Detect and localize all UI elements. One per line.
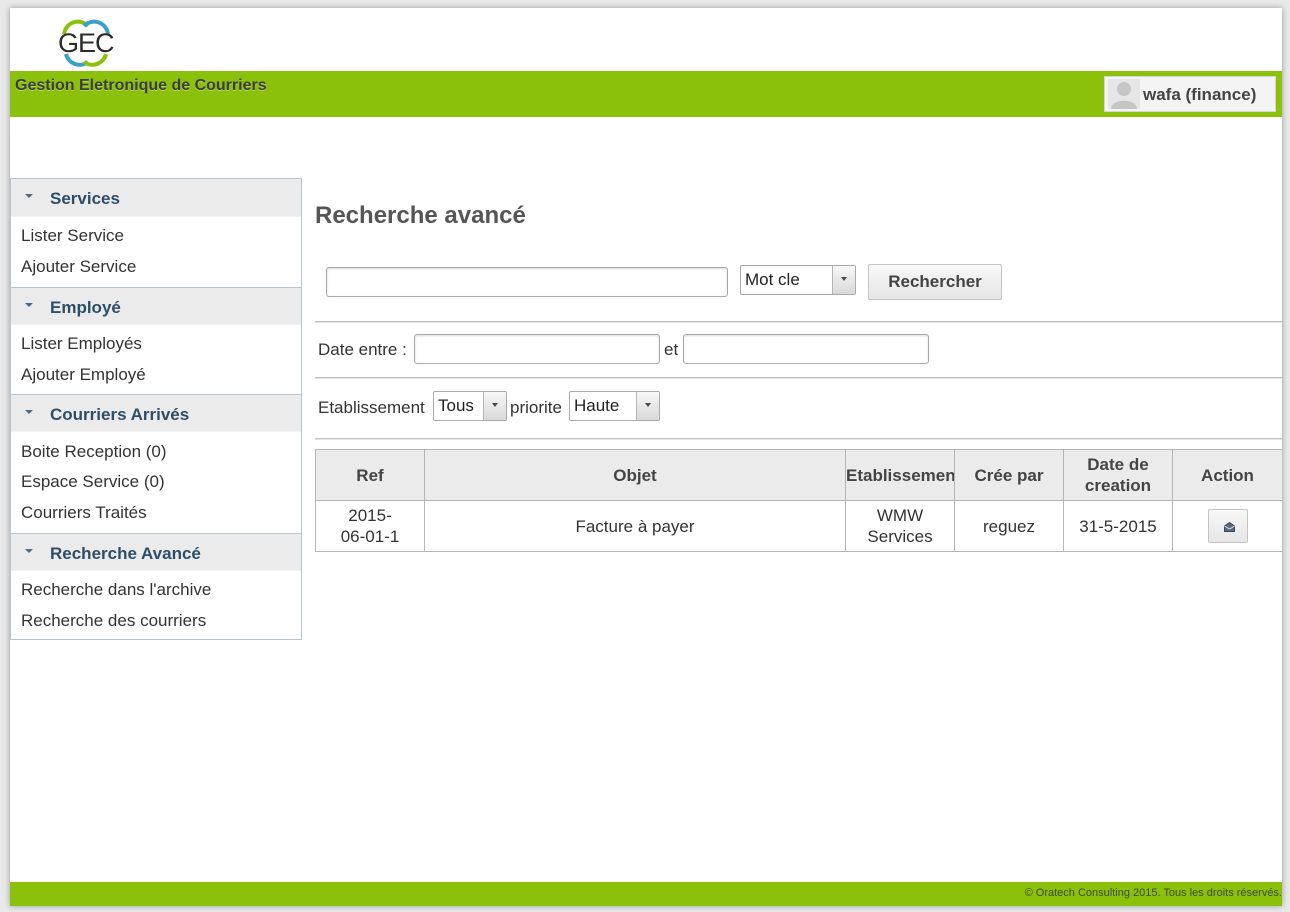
priorite-select[interactable]: Haute [569, 391, 660, 421]
sidebar-item-lister-service[interactable]: Lister Service [21, 226, 124, 246]
date-to-input[interactable] [683, 334, 929, 364]
open-courrier-button[interactable] [1207, 509, 1248, 543]
column-header-ref[interactable]: Ref [315, 449, 425, 501]
dropdown-button[interactable] [832, 266, 855, 294]
sidebar-item-boite-reception[interactable]: Boite Reception (0) [21, 442, 167, 462]
table-row: 2015-06-01-1 Facture à payer WMW Service… [315, 500, 1282, 552]
sidebar-item-ajouter-service[interactable]: Ajouter Service [21, 257, 136, 277]
sidebar-item-ajouter-employe[interactable]: Ajouter Employé [21, 365, 146, 385]
column-header-etablissement[interactable]: Etablissement [845, 449, 955, 501]
user-avatar-icon [1108, 79, 1140, 109]
column-header-action: Action [1172, 449, 1282, 501]
priorite-label: priorite [510, 398, 562, 417]
menu-title: Courriers Arrivés [50, 405, 190, 424]
menu-section-courriers-arrives: Courriers Arrivés Boite Reception (0) Es… [11, 394, 301, 522]
cell-objet: Facture à payer [424, 500, 846, 552]
search-type-value: Mot cle [745, 270, 800, 289]
column-header-objet[interactable]: Objet [424, 449, 846, 501]
header-bar: Gestion Eletronique de Courriers wafa (f… [10, 71, 1282, 117]
divider [315, 321, 1282, 323]
menu-section-recherche-avance: Recherche Avancé Recherche dans l'archiv… [11, 533, 301, 630]
menu-section-employe: Employé Lister Employés Ajouter Employé [11, 287, 301, 384]
cell-action [1172, 500, 1282, 552]
menu-header-courriers-arrives[interactable]: Courriers Arrivés [11, 394, 301, 432]
menu-section-services: Services Lister Service Ajouter Service [11, 179, 301, 276]
cell-date-creation: 31-5-2015 [1063, 500, 1173, 552]
chevron-down-icon [492, 403, 498, 407]
table-header-row: Ref Objet Etablissement Crée par Date de… [315, 449, 1282, 501]
menu-title: Services [50, 189, 120, 208]
date-range-label: Date entre : [318, 340, 407, 359]
menu-title: Recherche Avancé [50, 544, 201, 563]
divider [315, 438, 1282, 440]
user-menu[interactable]: wafa (finance) [1104, 76, 1276, 112]
copyright-text: © Oratech Consulting 2015. Tous les droi… [1024, 887, 1282, 899]
menu-header-recherche-avance[interactable]: Recherche Avancé [11, 533, 301, 571]
column-header-date-creation[interactable]: Date de creation [1063, 449, 1173, 501]
divider [315, 377, 1282, 379]
dropdown-button[interactable] [483, 392, 506, 420]
etablissement-select[interactable]: Tous [433, 391, 507, 421]
collapse-triangle-icon [25, 194, 33, 198]
open-envelope-icon [1223, 522, 1235, 532]
sidebar-item-lister-employes[interactable]: Lister Employés [21, 334, 142, 354]
gec-logo: GEC [56, 14, 116, 70]
sidebar-item-courriers-traites[interactable]: Courriers Traités [21, 503, 147, 523]
priorite-value: Haute [574, 396, 620, 415]
logo-text: GEC [58, 28, 115, 58]
footer-bar: © Oratech Consulting 2015. Tous les droi… [10, 882, 1282, 906]
sidebar-item-recherche-archive[interactable]: Recherche dans l'archive [21, 580, 211, 600]
chevron-down-icon [645, 403, 651, 407]
column-header-cree-par[interactable]: Crée par [954, 449, 1064, 501]
chevron-down-icon [841, 277, 847, 281]
cell-ref: 2015-06-01-1 [315, 500, 425, 552]
date-and-label: et [664, 340, 679, 359]
menu-header-employe[interactable]: Employé [11, 287, 301, 325]
page-title: Recherche avancé [315, 202, 526, 229]
dropdown-button[interactable] [636, 392, 659, 420]
results-table: Ref Objet Etablissement Crée par Date de… [315, 449, 1282, 552]
sidebar-item-espace-service[interactable]: Espace Service (0) [21, 472, 165, 492]
sidebar: Services Lister Service Ajouter Service … [10, 178, 302, 640]
user-name: wafa (finance) [1143, 85, 1257, 104]
collapse-triangle-icon [25, 303, 33, 307]
collapse-triangle-icon [25, 410, 33, 414]
cell-etablissement: WMW Services [845, 500, 955, 552]
collapse-triangle-icon [25, 549, 33, 553]
date-from-input[interactable] [414, 334, 660, 364]
search-type-select[interactable]: Mot cle [740, 265, 856, 295]
etablissement-value: Tous [438, 396, 474, 415]
app-title: Gestion Eletronique de Courriers [15, 77, 267, 94]
menu-header-services[interactable]: Services [11, 179, 301, 217]
search-input[interactable] [326, 267, 728, 297]
search-button[interactable]: Rechercher [868, 264, 1002, 300]
cell-cree-par: reguez [954, 500, 1064, 552]
page-container: GEC Gestion Eletronique de Courriers waf… [10, 8, 1282, 906]
sidebar-item-recherche-courriers[interactable]: Recherche des courriers [21, 611, 206, 631]
etablissement-label: Etablissement [318, 398, 425, 417]
menu-title: Employé [50, 298, 121, 317]
